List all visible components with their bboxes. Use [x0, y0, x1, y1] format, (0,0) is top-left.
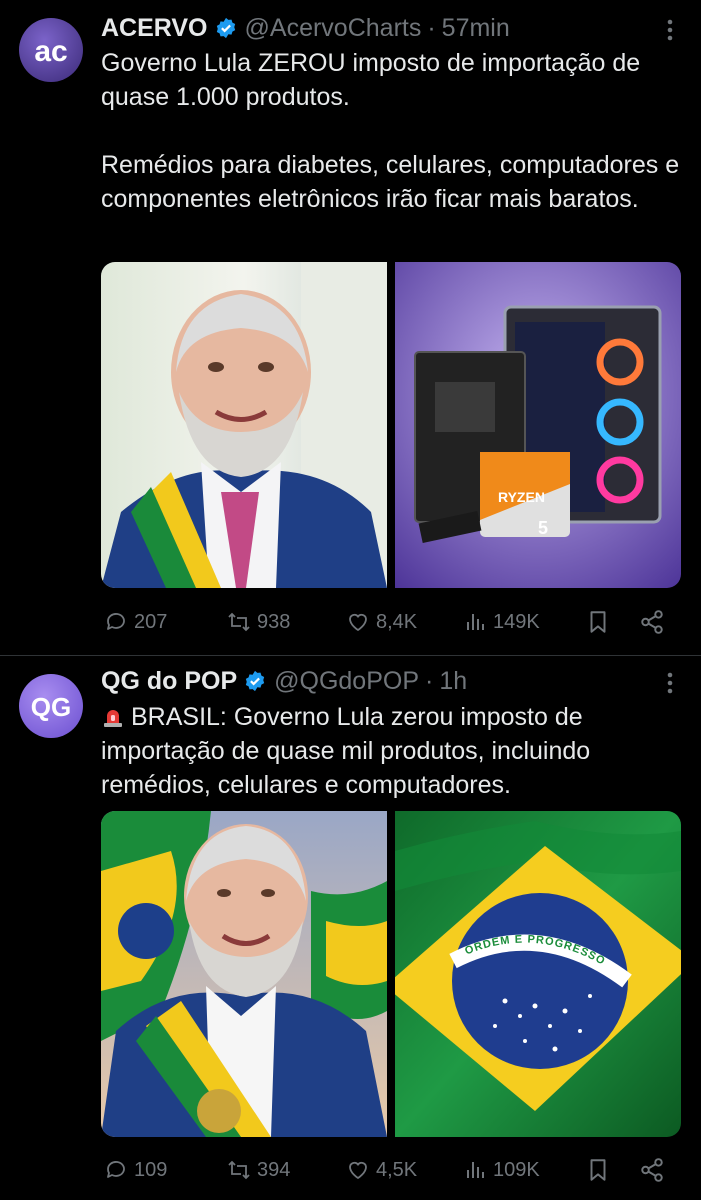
post-time[interactable]: 57min [442, 14, 510, 43]
views-button[interactable]: 109K [463, 1158, 540, 1182]
avatar-acervo[interactable]: ac [19, 18, 83, 82]
tweet-header: ACERVO @AcervoCharts · 57min [101, 11, 510, 45]
share-icon[interactable] [639, 1157, 665, 1183]
author-name[interactable]: QG do POP [101, 667, 237, 696]
heart-icon [349, 613, 367, 632]
more-options-icon[interactable] [660, 668, 680, 698]
more-options-icon[interactable] [660, 15, 680, 45]
like-button[interactable]: 4,5K [346, 1158, 417, 1182]
views-icon [467, 614, 484, 630]
verified-badge-icon [245, 670, 265, 692]
author-handle[interactable]: @QGdoPOP [274, 667, 419, 696]
views-count: 149K [493, 610, 540, 633]
tweet-text: BRASIL: Governo Lula zerou imposto de im… [101, 700, 681, 802]
avatar-qgdopop[interactable]: QG [19, 674, 83, 738]
repost-count: 938 [257, 610, 291, 633]
tweet-media[interactable]: RYZEN 5 [101, 262, 681, 588]
reply-button[interactable]: 207 [104, 610, 167, 634]
photo-pc-components[interactable]: RYZEN 5 [395, 262, 681, 588]
reply-icon [107, 613, 125, 630]
repost-button[interactable]: 394 [227, 1158, 290, 1182]
reply-button[interactable]: 109 [104, 1158, 167, 1182]
repost-button[interactable]: 938 [227, 610, 290, 634]
photo-lula-flag[interactable] [101, 811, 387, 1137]
tweet-actions: 109 394 4,5K 109K [101, 1153, 671, 1187]
siren-icon [104, 710, 122, 727]
photo-brazil-flag[interactable]: ORDEM E PROGRESSO [395, 811, 681, 1137]
tweet-actions: 207 938 8,4K 149K [101, 605, 671, 639]
separator-dot: · [427, 13, 436, 42]
like-count: 4,5K [376, 1158, 418, 1181]
tweet-text-paragraph: Governo Lula ZEROU imposto de importação… [101, 49, 648, 111]
views-count: 109K [493, 1158, 540, 1181]
ryzen-box-number: 5 [538, 518, 548, 538]
tweet-text-paragraph: BRASIL: Governo Lula zerou imposto de im… [101, 703, 598, 799]
reply-count: 109 [134, 1158, 168, 1181]
verified-badge-icon [216, 17, 235, 39]
tweet-acervo[interactable]: ac ACERVO @AcervoCharts · 57min Governo … [0, 0, 701, 656]
repost-icon [228, 612, 250, 632]
reply-count: 207 [134, 610, 168, 633]
repost-count: 394 [257, 1158, 291, 1181]
heart-icon [349, 1161, 367, 1180]
views-button[interactable]: 149K [463, 610, 540, 634]
tweet-header: QG do POP @QGdoPOP · 1h [101, 664, 467, 698]
tweet-text: Governo Lula ZEROU imposto de importação… [101, 46, 681, 216]
author-handle[interactable]: @AcervoCharts [245, 14, 422, 43]
repost-icon [228, 1160, 250, 1180]
share-icon[interactable] [639, 609, 665, 635]
tweet-text-paragraph: Remédios para diabetes, celulares, compu… [101, 151, 687, 213]
bookmark-icon[interactable] [585, 1157, 611, 1183]
ryzen-box-label: RYZEN [498, 489, 545, 505]
avatar-qgdopop-text: QG [31, 692, 71, 722]
bookmark-icon[interactable] [585, 609, 611, 635]
tweet-qgdopop[interactable]: QG QG do POP @QGdoPOP · 1h BRASIL: Gover… [0, 656, 701, 1200]
tweet-media[interactable]: ORDEM E PROGRESSO [101, 811, 681, 1137]
photo-lula-sash[interactable] [101, 262, 387, 588]
like-button[interactable]: 8,4K [346, 610, 417, 634]
views-icon [467, 1162, 484, 1178]
post-time[interactable]: 1h [439, 667, 467, 696]
reply-icon [107, 1161, 125, 1178]
author-name[interactable]: ACERVO [101, 14, 208, 43]
avatar-acervo-text: ac [34, 35, 67, 68]
like-count: 8,4K [376, 610, 418, 633]
separator-dot: · [425, 666, 434, 695]
